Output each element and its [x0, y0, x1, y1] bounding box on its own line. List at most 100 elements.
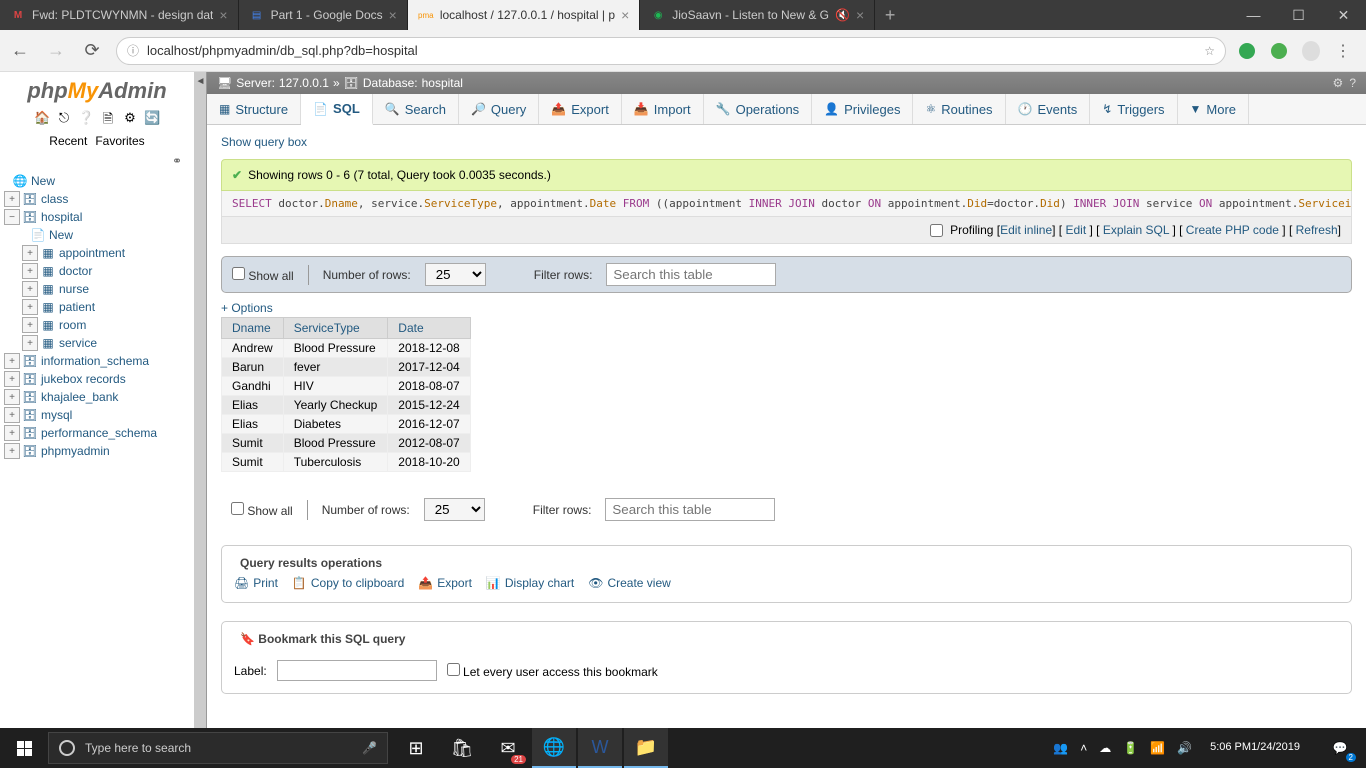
maximize-button[interactable]: ☐ — [1276, 0, 1321, 30]
table-row[interactable]: EliasYearly Checkup2015-12-24 — [222, 396, 471, 415]
edit-link[interactable]: Edit — [1065, 223, 1086, 237]
edit-inline-link[interactable]: Edit inline — [1000, 223, 1052, 237]
export-link[interactable]: 📤Export — [418, 576, 472, 590]
tab-sql[interactable]: 📄SQL — [301, 94, 373, 125]
refresh-link[interactable]: Refresh — [1296, 223, 1338, 237]
expand-icon[interactable]: + — [22, 263, 38, 279]
db-phpmyadmin[interactable]: +🗄phpmyadmin — [0, 442, 194, 460]
tab-export[interactable]: 📤Export — [539, 94, 622, 124]
url-box[interactable]: ⓘ ☆ — [116, 37, 1226, 65]
star-icon[interactable]: ☆ — [1204, 44, 1215, 58]
db-class[interactable]: +🗄class — [0, 190, 194, 208]
expand-icon[interactable]: + — [22, 317, 38, 333]
close-icon[interactable]: × — [856, 7, 864, 23]
wifi-icon[interactable]: 📶 — [1150, 728, 1165, 768]
explain-link[interactable]: Explain SQL — [1103, 223, 1169, 237]
expand-icon[interactable]: + — [4, 371, 20, 387]
menu-icon[interactable]: ⋮ — [1334, 42, 1352, 60]
table-row[interactable]: SumitBlood Pressure2012-08-07 — [222, 434, 471, 453]
browser-tab-jiosaavn[interactable]: ◉ JioSaavn - Listen to New & G 🔇 × — [640, 0, 875, 30]
table-row[interactable]: Barunfever2017-12-04 — [222, 358, 471, 377]
exit-icon[interactable]: ⎋ — [56, 110, 72, 126]
close-icon[interactable]: × — [621, 7, 629, 23]
home-icon[interactable]: 🏠 — [34, 110, 50, 126]
bookmark-public-checkbox[interactable] — [447, 663, 460, 676]
display-chart-link[interactable]: 📊Display chart — [486, 576, 574, 590]
tray-expand-icon[interactable]: ˄ — [1080, 728, 1087, 768]
expand-icon[interactable]: + — [22, 299, 38, 315]
expand-icon[interactable]: + — [4, 443, 20, 459]
col-date[interactable]: Date — [388, 318, 470, 339]
profile-avatar[interactable] — [1302, 42, 1320, 60]
ext-icon-2[interactable] — [1270, 42, 1288, 60]
bookmark-label-input[interactable] — [277, 660, 437, 681]
create-view-link[interactable]: 👁Create view — [588, 576, 671, 590]
show-all-checkbox[interactable] — [231, 502, 244, 515]
col-servicetype[interactable]: ServiceType — [283, 318, 388, 339]
db-perf-schema[interactable]: +🗄performance_schema — [0, 424, 194, 442]
link-collapse-icon[interactable]: ⚭ — [0, 152, 194, 170]
url-input[interactable] — [147, 43, 1196, 58]
reload-button[interactable]: ⟳ — [80, 39, 104, 63]
table-row[interactable]: AndrewBlood Pressure2018-12-08 — [222, 339, 471, 358]
tab-query[interactable]: 🔎Query — [459, 94, 539, 124]
sql-icon[interactable]: 🗎 — [100, 110, 116, 126]
mail-app[interactable]: ✉21 — [486, 728, 530, 768]
mic-icon[interactable]: 🎤 — [362, 741, 377, 755]
table-patient[interactable]: +▦patient — [18, 298, 194, 316]
profiling-checkbox[interactable] — [930, 224, 943, 237]
table-row[interactable]: EliasDiabetes2016-12-07 — [222, 415, 471, 434]
reload-nav-icon[interactable]: 🔄 — [144, 110, 160, 126]
options-toggle[interactable]: + Options — [221, 301, 273, 315]
browser-tab-gmail[interactable]: M Fwd: PLDTCWYNMN - design dat × — [0, 0, 239, 30]
word-app[interactable]: W — [578, 728, 622, 768]
show-all-checkbox[interactable] — [232, 267, 245, 280]
expand-icon[interactable]: + — [4, 425, 20, 441]
collapse-icon[interactable]: − — [4, 209, 20, 225]
expand-icon[interactable]: + — [22, 335, 38, 351]
db-information-schema[interactable]: +🗄information_schema — [0, 352, 194, 370]
expand-icon[interactable]: + — [4, 389, 20, 405]
browser-tab-docs[interactable]: ▤ Part 1 - Google Docs × — [239, 0, 408, 30]
browser-tab-phpmyadmin[interactable]: pma localhost / 127.0.0.1 / hospital | p… — [408, 0, 640, 30]
show-query-box-link[interactable]: Show query box — [221, 135, 307, 149]
people-icon[interactable]: 👥 — [1053, 728, 1068, 768]
num-rows-select[interactable]: 25 — [425, 263, 486, 286]
filter-input[interactable] — [606, 263, 776, 286]
notifications-button[interactable]: 💬2 — [1318, 728, 1362, 768]
expand-icon[interactable]: + — [4, 353, 20, 369]
server-link[interactable]: 127.0.0.1 — [279, 76, 329, 90]
database-link[interactable]: hospital — [422, 76, 463, 90]
tab-triggers[interactable]: ↯Triggers — [1090, 94, 1177, 124]
store-app[interactable]: 🛍 — [440, 728, 484, 768]
onedrive-icon[interactable]: ☁ — [1099, 728, 1111, 768]
tab-more[interactable]: ▼More — [1178, 94, 1250, 124]
col-dname[interactable]: Dname — [222, 318, 284, 339]
new-tab-button[interactable]: + — [875, 0, 905, 30]
volume-icon[interactable]: 🔊 — [1177, 728, 1192, 768]
close-icon[interactable]: × — [389, 7, 397, 23]
num-rows-select[interactable]: 25 — [424, 498, 485, 521]
docs-icon[interactable]: ❔ — [78, 110, 94, 126]
mute-icon[interactable]: 🔇 — [835, 8, 850, 22]
new-table[interactable]: 📄New — [18, 226, 194, 244]
clock[interactable]: 5:06 PM 1/24/2019 — [1204, 728, 1306, 768]
tab-structure[interactable]: ▦Structure — [207, 94, 301, 124]
sidebar-collapse-handle[interactable]: ◄ — [195, 72, 207, 728]
page-settings-icon[interactable]: ⚙ — [1333, 76, 1344, 90]
task-view-button[interactable]: ⊞ — [394, 728, 438, 768]
close-icon[interactable]: × — [219, 7, 227, 23]
tab-import[interactable]: 📥Import — [622, 94, 704, 124]
expand-icon[interactable]: + — [4, 407, 20, 423]
tab-routines[interactable]: ⚛Routines — [913, 94, 1005, 124]
battery-icon[interactable]: 🔋 — [1123, 728, 1138, 768]
tab-privileges[interactable]: 👤Privileges — [812, 94, 913, 124]
table-doctor[interactable]: +▦doctor — [18, 262, 194, 280]
table-row[interactable]: SumitTuberculosis2018-10-20 — [222, 453, 471, 472]
recent-link[interactable]: Recent — [49, 134, 87, 148]
minimize-button[interactable]: — — [1231, 0, 1276, 30]
chrome-app[interactable]: 🌐 — [532, 728, 576, 768]
db-mysql[interactable]: +🗄mysql — [0, 406, 194, 424]
table-row[interactable]: GandhiHIV2018-08-07 — [222, 377, 471, 396]
db-khajalee[interactable]: +🗄khajalee_bank — [0, 388, 194, 406]
